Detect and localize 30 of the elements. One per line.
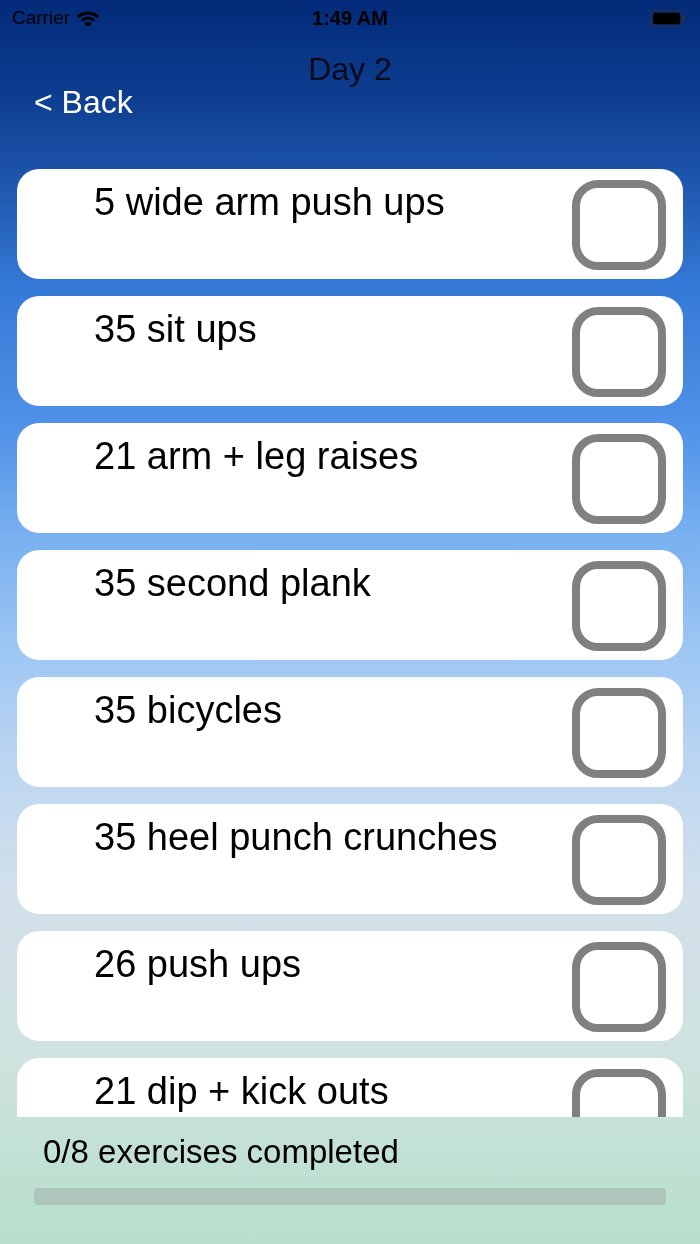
checkbox[interactable] [572,180,666,270]
back-link[interactable]: < Back [34,87,133,117]
exercise-card[interactable]: 35 bicycles [17,677,683,787]
progress-summary: 0/8 exercises completed [43,1133,399,1171]
exercise-name: 5 wide arm push ups [94,180,445,224]
screen-title: Day 2 [308,51,392,87]
exercise-name: 21 arm + leg raises [94,434,419,478]
wifi-icon [76,9,101,27]
exercise-name: 21 dip + kick outs [94,1069,389,1113]
checkbox[interactable] [572,561,666,651]
status-time: 1:49 AM [312,6,388,30]
exercise-card[interactable]: 21 arm + leg raises [17,423,683,533]
checkbox[interactable] [572,688,666,778]
exercise-card[interactable]: 5 wide arm push ups [17,169,683,279]
exercise-card[interactable]: 35 sit ups [17,296,683,406]
checkbox[interactable] [572,815,666,905]
checkbox[interactable] [572,307,666,397]
exercise-name: 35 sit ups [94,307,257,351]
exercise-name: 26 push ups [94,942,302,986]
checkbox[interactable] [572,942,666,1032]
carrier-label: Carrier [12,7,71,29]
exercise-name: 35 bicycles [94,688,282,732]
exercise-name: 35 heel punch crunches [94,815,498,859]
exercise-card[interactable]: 35 second plank [17,550,683,660]
checkbox[interactable] [572,434,666,524]
exercise-card[interactable]: 26 push ups [17,931,683,1041]
exercise-name: 35 second plank [94,561,371,605]
exercise-card[interactable]: 35 heel punch crunches [17,804,683,914]
battery-icon [650,9,686,27]
exercise-card[interactable]: 21 dip + kick outs [17,1058,683,1117]
